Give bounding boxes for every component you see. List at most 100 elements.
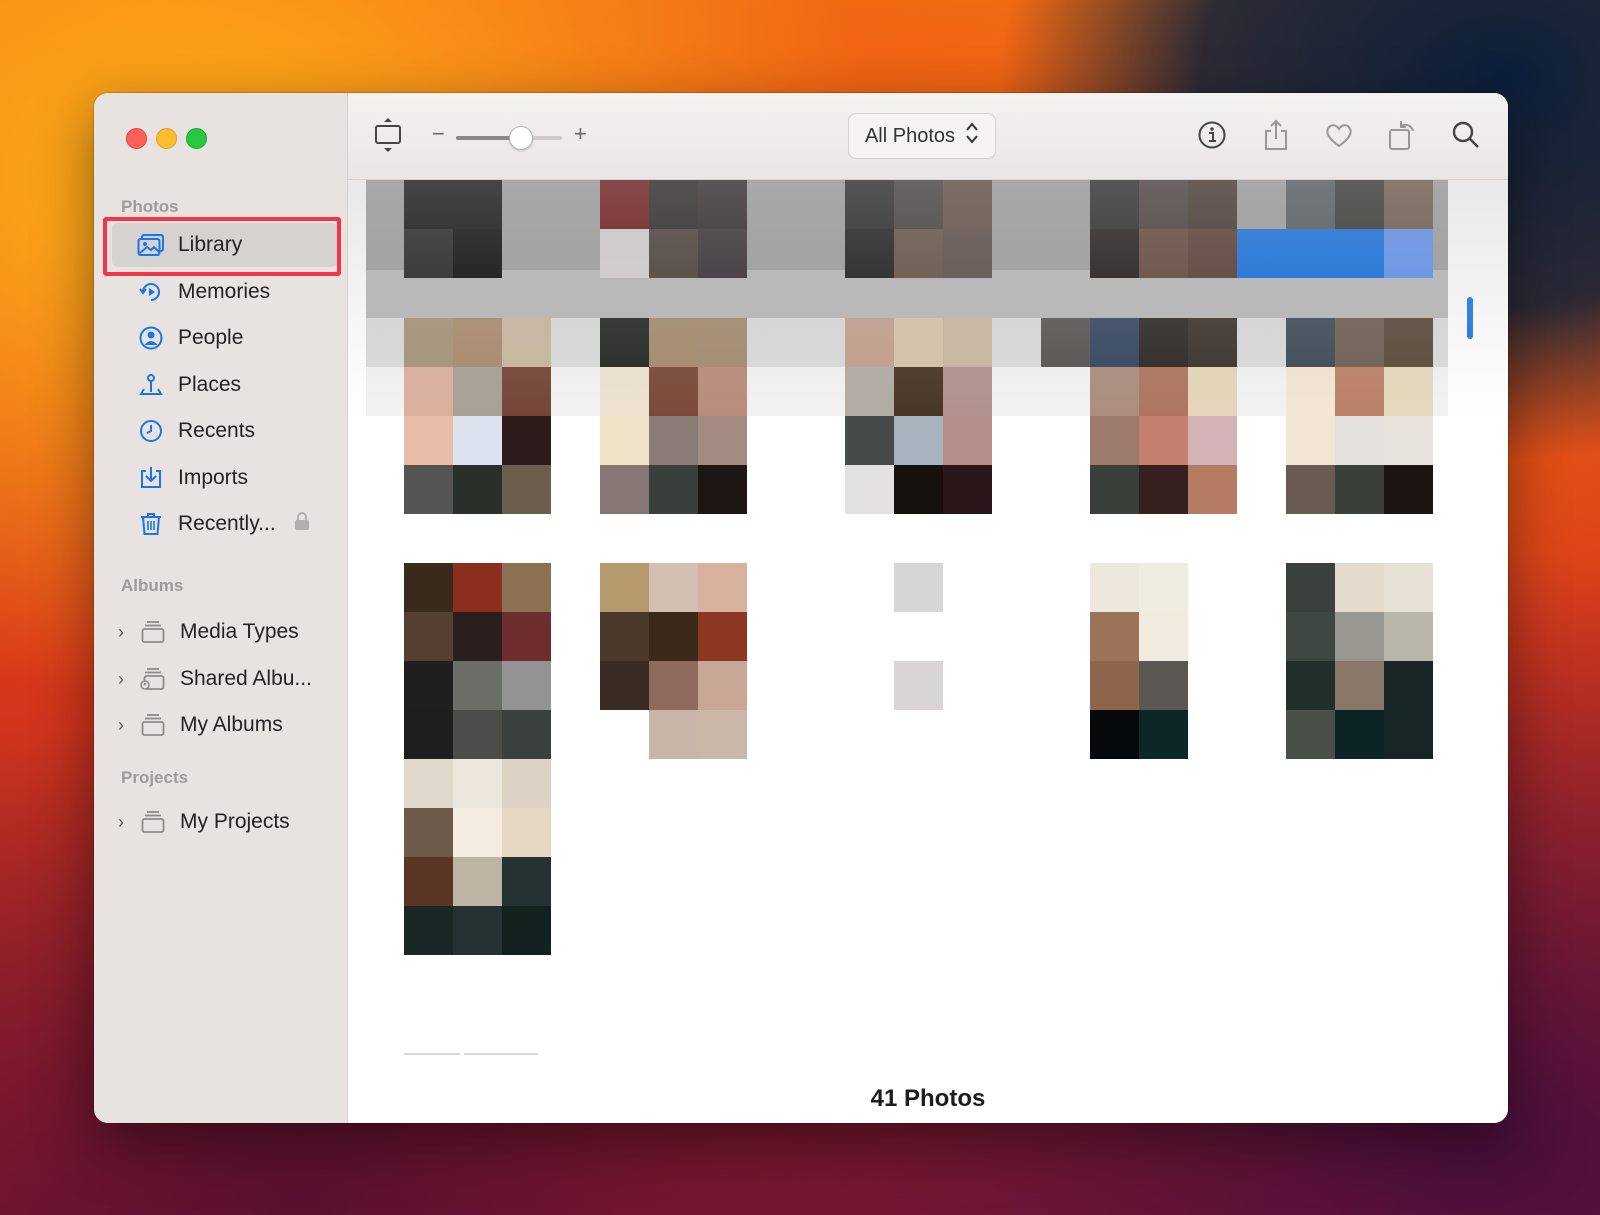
photo-thumbnail-pixel[interactable] <box>502 416 551 465</box>
photo-thumbnail-pixel[interactable] <box>1384 563 1433 612</box>
photo-thumbnail-pixel[interactable] <box>1139 367 1188 416</box>
photo-thumbnail-pixel[interactable] <box>453 229 502 278</box>
photo-thumbnail-pixel[interactable] <box>943 180 992 229</box>
photo-thumbnail-pixel[interactable] <box>649 612 698 661</box>
photo-thumbnail-pixel[interactable] <box>502 808 551 857</box>
photo-thumbnail-pixel[interactable] <box>502 857 551 906</box>
photo-thumbnail-pixel[interactable] <box>1384 367 1433 416</box>
photo-thumbnail-pixel[interactable] <box>894 318 943 367</box>
photo-thumbnail-pixel[interactable] <box>404 612 453 661</box>
photo-thumbnail-pixel[interactable] <box>453 563 502 612</box>
photo-thumbnail-pixel[interactable] <box>1384 416 1433 465</box>
photo-thumbnail-pixel[interactable] <box>404 563 453 612</box>
photo-thumbnail-pixel[interactable] <box>698 661 747 710</box>
photo-thumbnail-pixel[interactable] <box>404 229 453 278</box>
photo-thumbnail-pixel[interactable] <box>453 759 502 808</box>
photo-thumbnail-pixel[interactable] <box>1139 710 1188 759</box>
photo-thumbnail-pixel[interactable] <box>1090 180 1139 229</box>
photo-thumbnail-pixel[interactable] <box>600 465 649 514</box>
photo-thumbnail-pixel[interactable] <box>453 367 502 416</box>
photo-thumbnail-pixel[interactable] <box>404 906 453 955</box>
photo-thumbnail-pixel[interactable] <box>404 857 453 906</box>
photo-thumbnail-pixel[interactable] <box>1139 229 1188 278</box>
photo-thumbnail-pixel[interactable] <box>1335 180 1384 229</box>
photo-thumbnail-pixel[interactable] <box>649 563 698 612</box>
photo-thumbnail-pixel[interactable] <box>404 318 453 367</box>
photo-thumbnail-pixel[interactable] <box>845 367 894 416</box>
photo-thumbnail-pixel[interactable] <box>453 180 502 229</box>
sidebar-item-recents[interactable]: Recents <box>112 409 338 453</box>
photo-thumbnail-pixel[interactable] <box>1139 180 1188 229</box>
photo-thumbnail-pixel[interactable] <box>1384 318 1433 367</box>
photo-thumbnail-pixel[interactable] <box>649 416 698 465</box>
photo-thumbnail-pixel[interactable] <box>1335 318 1384 367</box>
photo-thumbnail-pixel[interactable] <box>845 180 894 229</box>
photo-thumbnail-pixel[interactable] <box>1335 612 1384 661</box>
photo-thumbnail-pixel[interactable] <box>1090 661 1139 710</box>
chevron-right-icon[interactable]: › <box>118 715 132 736</box>
photo-thumbnail-pixel[interactable] <box>649 710 698 759</box>
photo-thumbnail-pixel[interactable] <box>1090 465 1139 514</box>
photo-thumbnail-pixel[interactable] <box>698 710 747 759</box>
photo-thumbnail-pixel[interactable] <box>894 661 943 710</box>
photo-thumbnail-pixel[interactable] <box>649 661 698 710</box>
photo-thumbnail-pixel[interactable] <box>698 229 747 278</box>
photo-thumbnail-pixel[interactable] <box>502 906 551 955</box>
photo-thumbnail-pixel[interactable] <box>894 563 943 612</box>
photo-thumbnail-pixel[interactable] <box>649 367 698 416</box>
photo-thumbnail-pixel[interactable] <box>404 465 453 514</box>
photo-thumbnail-pixel[interactable] <box>649 318 698 367</box>
photo-thumbnail-pixel[interactable] <box>698 563 747 612</box>
photo-thumbnail-pixel[interactable] <box>943 318 992 367</box>
photo-thumbnail-pixel[interactable] <box>698 367 747 416</box>
photo-thumbnail-pixel[interactable] <box>1335 416 1384 465</box>
photo-thumbnail-pixel[interactable] <box>502 367 551 416</box>
sidebar-item-my-projects[interactable]: › My Projects <box>118 800 344 844</box>
aspect-ratio-button[interactable] <box>368 117 408 157</box>
photo-thumbnail-pixel[interactable] <box>453 465 502 514</box>
photo-thumbnail-pixel[interactable] <box>698 416 747 465</box>
photo-thumbnail-pixel[interactable] <box>894 180 943 229</box>
photo-thumbnail-pixel[interactable] <box>1090 416 1139 465</box>
close-button[interactable] <box>126 128 147 149</box>
photo-thumbnail-pixel[interactable] <box>1335 367 1384 416</box>
photo-thumbnail-pixel[interactable] <box>698 465 747 514</box>
photo-thumbnail-pixel[interactable] <box>1384 612 1433 661</box>
photo-thumbnail-pixel[interactable] <box>404 759 453 808</box>
rotate-button[interactable] <box>1382 117 1422 157</box>
photo-thumbnail-pixel[interactable] <box>1139 563 1188 612</box>
photo-thumbnail-pixel[interactable] <box>1188 416 1237 465</box>
photo-thumbnail-pixel[interactable] <box>1286 563 1335 612</box>
zoom-button[interactable] <box>186 128 207 149</box>
photo-thumbnail-pixel[interactable] <box>1384 710 1433 759</box>
photo-thumbnail-pixel[interactable] <box>502 465 551 514</box>
photo-thumbnail-pixel[interactable] <box>453 808 502 857</box>
photo-thumbnail-pixel[interactable] <box>1139 612 1188 661</box>
photo-thumbnail-pixel[interactable] <box>1335 229 1384 278</box>
photo-thumbnail-pixel[interactable] <box>1139 318 1188 367</box>
sidebar-item-imports[interactable]: Imports <box>112 456 338 500</box>
photo-thumbnail-pixel[interactable] <box>1286 710 1335 759</box>
photo-thumbnail-pixel[interactable] <box>600 367 649 416</box>
photo-thumbnail-pixel[interactable] <box>1335 563 1384 612</box>
photo-thumbnail-pixel[interactable] <box>1090 563 1139 612</box>
scrollbar[interactable] <box>1467 297 1473 339</box>
photo-thumbnail-pixel[interactable] <box>502 661 551 710</box>
photo-thumbnail-pixel[interactable] <box>1335 661 1384 710</box>
photo-thumbnail-pixel[interactable] <box>1188 180 1237 229</box>
photo-thumbnail-pixel[interactable] <box>845 416 894 465</box>
photo-thumbnail-pixel[interactable] <box>1090 367 1139 416</box>
photo-thumbnail-pixel[interactable] <box>404 367 453 416</box>
photo-thumbnail-pixel[interactable] <box>1286 416 1335 465</box>
share-button[interactable] <box>1256 117 1296 157</box>
minimize-button[interactable] <box>156 128 177 149</box>
photo-thumbnail-pixel[interactable] <box>894 367 943 416</box>
photo-thumbnail-pixel[interactable] <box>894 465 943 514</box>
photo-thumbnail-pixel[interactable] <box>404 416 453 465</box>
photo-thumbnail-pixel[interactable] <box>600 661 649 710</box>
photo-thumbnail-pixel[interactable] <box>453 661 502 710</box>
photo-thumbnail-pixel[interactable] <box>1090 710 1139 759</box>
photo-thumbnail-pixel[interactable] <box>1237 229 1286 278</box>
photo-thumbnail-pixel[interactable] <box>845 318 894 367</box>
zoom-in-label[interactable]: + <box>574 121 587 147</box>
